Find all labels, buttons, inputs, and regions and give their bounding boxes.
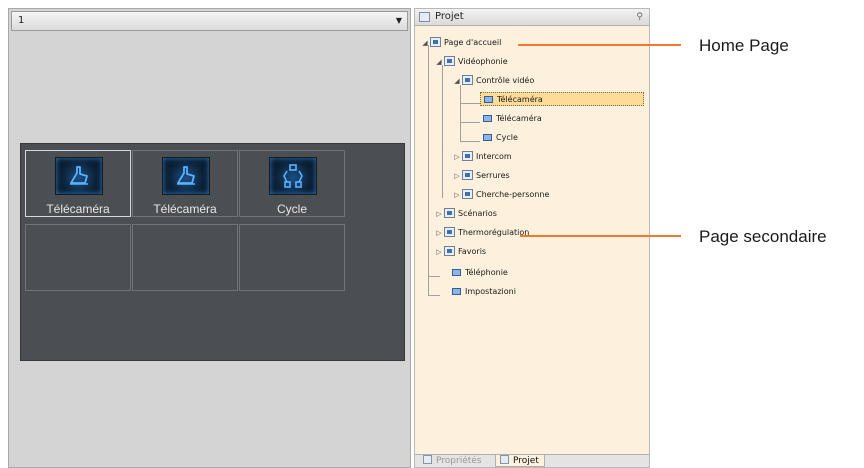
- tree-node-label: Cherche-personne: [476, 190, 550, 199]
- tree-node-controle-video[interactable]: ◢ Contrôle vidéo: [452, 74, 534, 88]
- page-selector-value: 1: [18, 15, 25, 26]
- collapse-arrow-icon[interactable]: ▷: [452, 151, 462, 164]
- page-icon: [462, 75, 473, 85]
- tile-label: Cycle: [276, 202, 307, 216]
- tree-node-label: Téléphonie: [465, 268, 508, 277]
- tree-node-intercom[interactable]: ▷ Intercom: [452, 150, 512, 164]
- tree-node-label: Cycle: [496, 133, 518, 142]
- page-selector[interactable]: 1 ▼: [11, 11, 408, 31]
- project-icon: [419, 12, 430, 22]
- tree-node-favoris[interactable]: ▷ Favoris: [434, 245, 486, 259]
- callout-home-page: Home Page: [699, 36, 789, 55]
- panel-header: Projet ⚲: [415, 9, 649, 26]
- tree-line: [460, 103, 480, 104]
- tile-label: Télécaméra: [153, 202, 217, 216]
- expand-arrow-icon[interactable]: ◢: [452, 75, 462, 88]
- tree-node-telecamera-1[interactable]: Télécaméra: [480, 92, 644, 106]
- tile-empty[interactable]: [132, 224, 238, 291]
- tree-node-label: Scénarios: [458, 209, 497, 218]
- camera-hand-icon: [162, 157, 210, 195]
- page-icon: [462, 151, 473, 161]
- tile-cycle[interactable]: Cycle: [239, 150, 345, 217]
- tree-node-videophonie[interactable]: ◢ Vidéophonie: [434, 55, 508, 69]
- tree-node-telephonie[interactable]: Téléphonie: [452, 266, 508, 280]
- project-panel: Projet ⚲ ◢ Page d'accueil ◢ Vidéophonie ◢ C…: [414, 8, 650, 468]
- tree-node-impostazioni[interactable]: Impostazioni: [452, 285, 516, 299]
- pin-icon[interactable]: ⚲: [636, 9, 643, 25]
- tree-node-serrures[interactable]: ▷ Serrures: [452, 169, 510, 183]
- tree-line: [460, 122, 480, 123]
- tab-label: Propriétés: [436, 456, 482, 466]
- tab-proprietes[interactable]: Propriétés: [419, 455, 499, 467]
- tile-empty[interactable]: [239, 224, 345, 291]
- widget-icon: [483, 115, 492, 122]
- tile-label: Télécaméra: [46, 202, 110, 216]
- tree-node-label: Thermorégulation: [458, 228, 530, 237]
- tree-node-label: Télécaméra: [496, 114, 542, 123]
- project-icon: [500, 455, 509, 464]
- collapse-arrow-icon[interactable]: ▷: [452, 189, 462, 202]
- page-icon: [444, 246, 455, 256]
- properties-icon: [423, 455, 432, 464]
- page-icon: [444, 56, 455, 66]
- callout-line-home: [518, 44, 681, 46]
- tab-projet[interactable]: Projet: [495, 455, 545, 467]
- cycle-icon: [269, 157, 317, 195]
- widget-icon: [483, 134, 492, 141]
- panel-tabs: Propriétés Projet: [415, 454, 649, 467]
- expand-arrow-icon[interactable]: ◢: [434, 56, 444, 69]
- tree-line: [428, 276, 440, 277]
- tree-node-label: Favoris: [458, 247, 487, 256]
- expand-arrow-icon[interactable]: ◢: [420, 37, 430, 50]
- page-icon: [444, 227, 455, 237]
- tree-line: [428, 45, 429, 295]
- collapse-arrow-icon[interactable]: ▷: [434, 227, 444, 240]
- camera-hand-icon: [55, 157, 103, 195]
- chevron-down-icon[interactable]: ▼: [396, 12, 402, 30]
- tab-label: Projet: [513, 456, 539, 466]
- page-icon: [462, 189, 473, 199]
- tree-node-cycle[interactable]: Cycle: [483, 131, 518, 145]
- tile-telecamera-1[interactable]: Télécaméra: [25, 150, 131, 217]
- page-icon: [444, 208, 455, 218]
- page-icon: [430, 37, 441, 47]
- tree-node-label: Page d'accueil: [444, 38, 502, 47]
- tree-node-telecamera-2[interactable]: Télécaméra: [483, 112, 542, 126]
- tree-line: [442, 65, 443, 198]
- tree-node-thermoregulation[interactable]: ▷ Thermorégulation: [434, 226, 529, 240]
- page-canvas: Télécaméra Télécaméra Cycle: [20, 143, 405, 361]
- tree-node-scenarios[interactable]: ▷ Scénarios: [434, 207, 497, 221]
- panel-title: Projet: [435, 11, 464, 22]
- callout-page-secondaire: Page secondaire: [699, 227, 827, 246]
- collapse-arrow-icon[interactable]: ▷: [434, 208, 444, 221]
- tree-node-label: Télécaméra: [497, 95, 543, 104]
- tree-node-home[interactable]: ◢ Page d'accueil: [420, 36, 501, 50]
- tile-telecamera-2[interactable]: Télécaméra: [132, 150, 238, 217]
- tree-line: [460, 85, 461, 142]
- tree-line: [428, 295, 440, 296]
- tree-line: [460, 141, 480, 142]
- collapse-arrow-icon[interactable]: ▷: [452, 170, 462, 183]
- preview-panel: 1 ▼ Télécaméra Télécaméra Cycle: [8, 8, 411, 468]
- tile-empty[interactable]: [25, 224, 131, 291]
- tree-node-label: Vidéophonie: [458, 57, 508, 66]
- collapse-arrow-icon[interactable]: ▷: [434, 246, 444, 259]
- widget-icon: [484, 96, 493, 103]
- tree-node-label: Contrôle vidéo: [476, 76, 535, 85]
- page-icon: [462, 170, 473, 180]
- tree-node-label: Intercom: [476, 152, 512, 161]
- tree-node-label: Serrures: [476, 171, 510, 180]
- tree-node-cherche-personne[interactable]: ▷ Cherche-personne: [452, 188, 549, 202]
- widget-icon: [452, 288, 461, 295]
- widget-icon: [452, 269, 461, 276]
- tree-node-label: Impostazioni: [465, 287, 516, 296]
- callout-line-secondary: [520, 235, 681, 237]
